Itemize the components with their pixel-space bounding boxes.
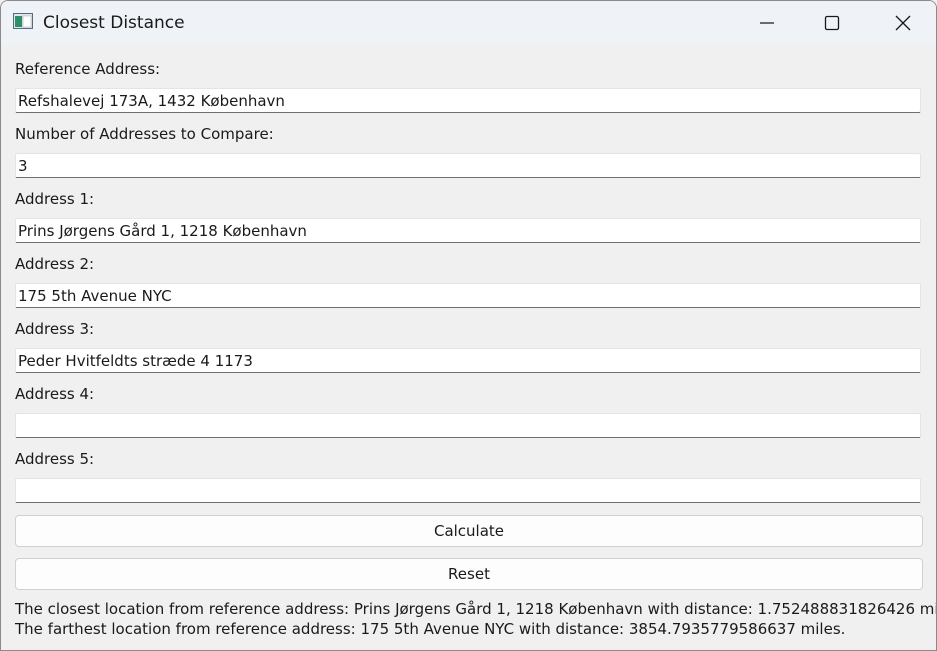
address-1-label: Address 1: [15,190,95,208]
minimize-icon [760,22,774,24]
farthest-result-text: The farthest location from reference add… [15,620,846,638]
address-5-label: Address 5: [15,450,95,468]
title-bar[interactable]: Closest Distance [1,1,936,45]
reference-address-label: Reference Address: [15,60,161,78]
address-count-label: Number of Addresses to Compare: [15,125,274,143]
address-count-input[interactable] [15,153,921,178]
address-1-input[interactable] [15,218,921,243]
address-4-label: Address 4: [15,385,95,403]
close-button[interactable] [880,1,926,45]
maximize-button[interactable] [809,1,855,45]
address-2-input[interactable] [15,283,921,308]
address-5-input[interactable] [15,478,921,503]
window-title: Closest Distance [43,13,185,33]
reset-button[interactable]: Reset [15,558,923,590]
maximize-icon [824,15,840,31]
app-window: Closest Distance Reference Address: Numb… [0,0,937,651]
calculate-button[interactable]: Calculate [15,515,923,547]
minimize-button[interactable] [744,1,790,45]
address-2-label: Address 2: [15,255,95,273]
app-icon [13,13,33,29]
address-4-input[interactable] [15,413,921,438]
address-3-input[interactable] [15,348,921,373]
closest-result-text: The closest location from reference addr… [15,600,937,618]
address-3-label: Address 3: [15,320,95,338]
close-icon [895,15,911,31]
reference-address-input[interactable] [15,88,921,113]
